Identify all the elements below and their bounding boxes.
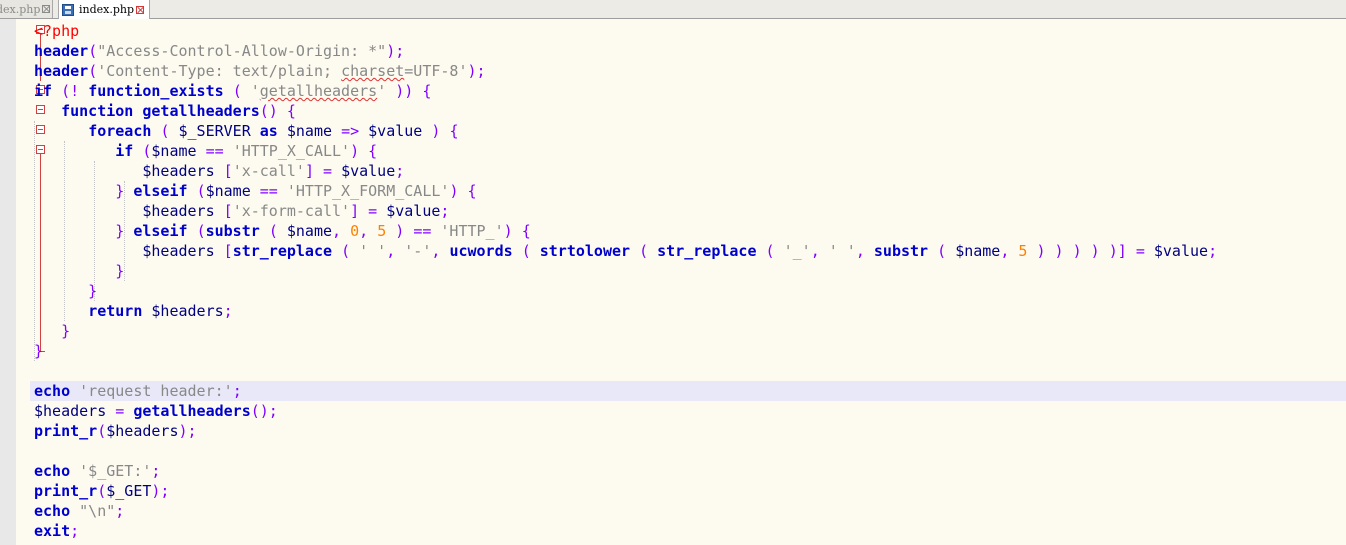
code-line-12: $headers [str_replace ( ' ', '-', ucword… [142, 242, 1218, 260]
code-line-23: echo '$_GET:'; [34, 462, 161, 480]
line-number-margin [0, 19, 16, 545]
code-line-15: return $headers; [88, 302, 233, 320]
code-line-4: if (! function_exists ( 'getallheaders' … [34, 82, 432, 100]
code-line-9: } elseif ($name == 'HTTP_X_FORM_CALL') { [115, 182, 477, 200]
close-icon[interactable] [136, 5, 145, 14]
close-icon[interactable] [42, 5, 51, 13]
code-line-26: exit; [34, 522, 80, 540]
code-line-16: } [34, 322, 71, 340]
code-line-25: echo "\n"; [34, 502, 125, 520]
code-line-7: if ($name == 'HTTP_X_CALL') { [115, 142, 378, 160]
fold-margin [16, 19, 45, 545]
save-icon [62, 3, 74, 16]
code-line-17: } [34, 342, 44, 360]
code-line-6: foreach ( $_SERVER as $name => $value ) … [88, 122, 459, 140]
code-line-3: header('Content-Type: text/plain; charse… [34, 62, 486, 80]
tab-dex-php[interactable]: dex.php [0, 0, 53, 18]
tab-label: dex.php [0, 2, 41, 16]
code-line-19: echo 'request header:'; [34, 382, 242, 400]
code-line-21: print_r($headers); [34, 422, 197, 440]
code-line-10: $headers ['x-form-call'] = $value; [142, 202, 450, 220]
code-line-20: $headers = getallheaders(); [34, 402, 278, 420]
code-line-24: print_r($_GET); [34, 482, 170, 500]
code-line-5: function getallheaders() { [61, 102, 296, 120]
code-line-1: <?php [34, 22, 80, 40]
code-line-8: $headers ['x-call'] = $value; [142, 162, 405, 180]
code-line-2: header("Access-Control-Allow-Origin: *")… [34, 42, 405, 60]
tab-bar: dex.php index.php [0, 0, 1346, 19]
code-line-14: } [34, 282, 98, 300]
tab-index-php[interactable]: index.php [58, 0, 150, 19]
code-line-13: } [34, 262, 125, 280]
code-editor[interactable]: <?php header("Access-Control-Allow-Origi… [30, 19, 1346, 545]
tab-label: index.php [79, 3, 135, 16]
code-line-11: } elseif (substr ( $name, 0, 5 ) == 'HTT… [115, 222, 531, 240]
